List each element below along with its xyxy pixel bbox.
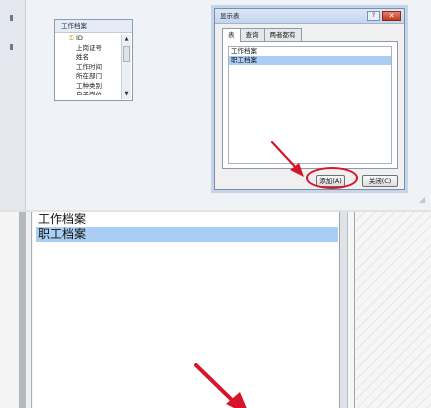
zoom-frame-right (339, 212, 347, 408)
zoom-hatched-area (356, 212, 431, 408)
field-item[interactable]: 工种类别 (56, 82, 122, 92)
zoomed-table-list-panel: 工作档案 职工档案 (0, 210, 431, 408)
resize-grip-icon: ◢ (419, 195, 426, 204)
arrow-down-icon[interactable]: ▼ (122, 90, 131, 99)
rail-marker-icon (10, 15, 13, 21)
field-item[interactable]: 自子岗位 (56, 91, 122, 95)
help-button[interactable]: ? (367, 11, 380, 21)
list-item[interactable]: 工作档案 (33, 212, 339, 227)
field-item[interactable]: 工作时间 (56, 63, 122, 73)
field-list[interactable]: ⚿ ID 上岗证号 姓名 工作时间 所在部门 工种类别 自子岗位 (56, 34, 122, 100)
field-item[interactable]: 姓名 (56, 53, 122, 63)
table-field-list[interactable]: 工作档案 ⚿ ID 上岗证号 姓名 工作时间 所在部门 工种类别 自子岗位 ▲ ▼ (54, 19, 133, 101)
key-icon: ⚿ (69, 35, 74, 42)
field-list-scrollbar[interactable]: ▲ ▼ (121, 35, 131, 99)
list-item[interactable]: 工作档案 (229, 47, 391, 56)
zoom-frame-left (19, 212, 26, 408)
list-item[interactable]: 职工档案 (229, 56, 391, 65)
zoom-frame-gap (26, 212, 32, 408)
show-table-dialog: 显示表 ? ✕ 表 查询 两者都有 工作档案 职工档案 添加(A) 关闭(C) (214, 8, 405, 190)
table-list[interactable]: 工作档案 职工档案 (228, 46, 392, 164)
tab-tables[interactable]: 表 (222, 28, 241, 42)
zoomed-table-list[interactable]: 工作档案 职工档案 (33, 212, 339, 408)
field-item[interactable]: 上岗证号 (56, 44, 122, 54)
tab-page: 工作档案 职工档案 (222, 41, 398, 169)
close-button[interactable]: 关闭(C) (362, 175, 398, 187)
dialog-titlebar: 显示表 ? ✕ (215, 9, 404, 24)
arrow-up-icon[interactable]: ▲ (122, 35, 131, 44)
close-icon[interactable]: ✕ (382, 11, 401, 21)
field-list-title: 工作档案 (55, 20, 132, 33)
scrollbar-thumb[interactable] (123, 46, 130, 62)
tab-both[interactable]: 两者都有 (263, 28, 302, 41)
navigation-rail (0, 0, 26, 210)
tab-queries[interactable]: 查询 (239, 28, 265, 41)
field-item[interactable]: ⚿ ID (56, 34, 122, 44)
dialog-tabs: 表 查询 两者都有 (222, 28, 302, 42)
annotation-highlight-ring (306, 167, 358, 189)
zoom-frame-right-inner (347, 212, 355, 408)
rail-marker-icon (10, 44, 13, 50)
field-item[interactable]: 所在部门 (56, 72, 122, 82)
list-item[interactable]: 职工档案 (36, 227, 338, 242)
query-design-panel: 工作档案 ⚿ ID 上岗证号 姓名 工作时间 所在部门 工种类别 自子岗位 ▲ ▼… (0, 0, 431, 210)
